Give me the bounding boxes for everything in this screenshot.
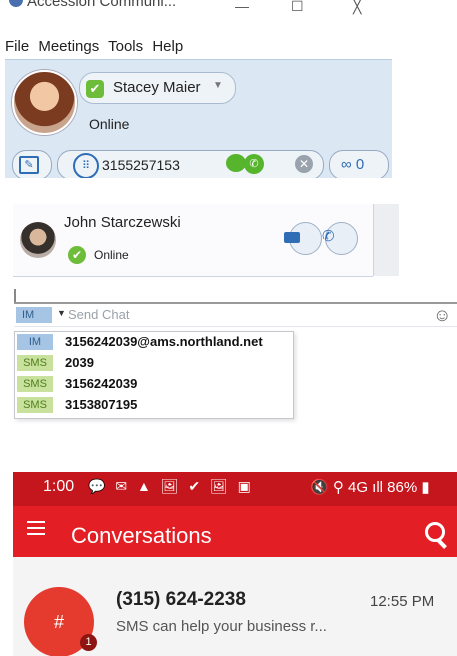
conversation-time: 12:55 PM [370,593,435,610]
channel-tag: SMS [17,355,53,371]
channel-tag: SMS [17,397,53,413]
channel-dropdown: IM 3156242039@ams.northland.net SMS 2039… [14,331,294,419]
chat-icon[interactable] [226,154,246,172]
menu-tools[interactable]: Tools [108,38,143,55]
menu-bar: File Meetings Tools Help [5,38,392,58]
menu-file[interactable]: File [5,38,29,55]
option-value: 3153807195 [65,397,138,412]
notification-icons: 💬 ✉ ▲ 🖼 ✔ 🖼 ▣ [88,478,254,494]
dropdown-option[interactable]: IM 3156242039@ams.northland.net [15,332,293,352]
scrollbar-track[interactable] [373,204,399,276]
contact-avatar[interactable] [20,222,56,258]
call-icon[interactable]: ✆ [244,154,264,174]
video-icon [284,232,300,243]
divider [14,289,16,302]
dropdown-option[interactable]: SMS 3153807195 [15,395,293,415]
clock: 1:00 [43,478,75,495]
chevron-down-icon[interactable]: ▼ [57,308,66,318]
menu-meetings[interactable]: Meetings [38,38,99,55]
channel-select[interactable]: IM [16,307,52,323]
channel-tag: SMS [17,376,53,392]
contact-presence-icon: ✔ [68,246,86,264]
emoji-icon[interactable]: ☺ [433,305,451,326]
contact-status: Online [94,248,129,262]
dropdown-option[interactable]: SMS 3156242039 [15,374,293,394]
title-bar: Accession Communi... — ☐ ╳ [5,0,392,22]
chat-compose-panel: IM ▼ Send Chat ☺ IM 3156242039@ams.north… [14,286,457,419]
option-value: 3156242039@ams.northland.net [65,334,263,349]
contact-name: John Starczewski [64,214,181,231]
system-status: 🔇 ⚲ 4G ıll 86% ▮ [310,479,430,496]
app-icon [9,0,23,7]
menu-icon[interactable] [27,521,45,535]
my-status-text: Online [89,116,130,132]
desktop-client-panel: Accession Communi... — ☐ ╳ File Meetings… [5,0,392,178]
my-avatar[interactable] [12,70,77,135]
compose-icon: ✎ [19,156,39,174]
dropdown-option[interactable]: SMS 2039 [15,353,293,373]
window-title: Accession Communi... [27,0,177,10]
presence-check-icon: ✔ [86,80,104,98]
close-button[interactable]: ╳ [353,0,361,15]
chevron-down-icon[interactable]: ▼ [213,80,223,91]
search-icon[interactable] [425,522,445,542]
unread-badge: 1 [80,634,97,651]
option-value: 3156242039 [65,376,138,391]
option-value: 2039 [65,355,94,370]
dial-number[interactable]: 3155257153 [102,157,180,173]
minimize-button[interactable]: — [235,0,249,14]
my-name: Stacey Maier [113,79,201,96]
channel-tag: IM [17,334,53,350]
phone-icon: ✆ [322,228,335,245]
conversation-name[interactable]: (315) 624-2238 [116,589,246,611]
clear-icon[interactable]: ✕ [295,155,313,173]
maximize-button[interactable]: ☐ [291,0,304,15]
conversation-preview[interactable]: SMS can help your business r... [116,618,327,635]
android-messages-panel: 1:00 💬 ✉ ▲ 🖼 ✔ 🖼 ▣ 🔇 ⚲ 4G ıll 86% ▮ Conv… [13,472,457,656]
contact-card[interactable]: John Starczewski ✔ Online [13,204,399,277]
voicemail-count: ∞ 0 [341,156,365,173]
menu-help[interactable]: Help [152,38,183,55]
app-title: Conversations [71,523,212,548]
chat-input[interactable]: Send Chat [68,307,129,322]
dialpad-icon[interactable]: ⠿ [73,153,99,178]
